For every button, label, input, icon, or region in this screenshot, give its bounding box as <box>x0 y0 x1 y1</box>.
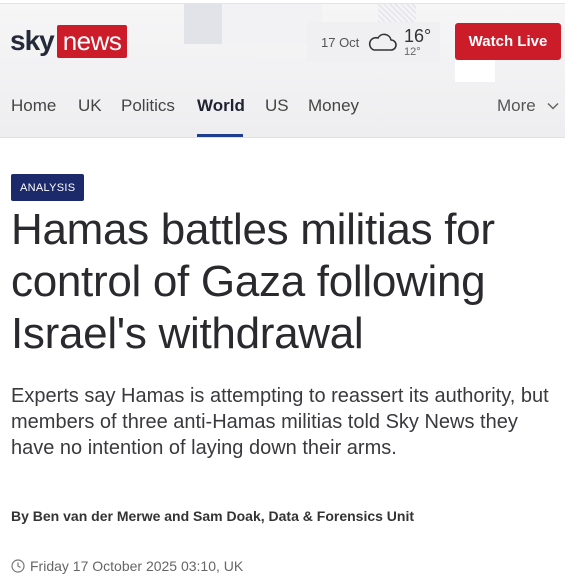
logo-sky-text: sky <box>10 25 55 56</box>
watch-live-button[interactable]: Watch Live <box>455 23 561 60</box>
header-decoration <box>184 4 222 44</box>
chevron-down-icon <box>547 102 559 110</box>
header-decoration <box>378 4 416 22</box>
weather-date: 17 Oct <box>321 35 360 50</box>
cloud-icon <box>368 33 397 51</box>
nav-more-label: More <box>497 96 536 115</box>
nav-item-uk[interactable]: UK <box>78 96 102 137</box>
sky-news-logo[interactable]: sky news <box>10 24 128 58</box>
article-timestamp: Friday 17 October 2025 03:10, UK <box>11 558 243 574</box>
article-byline: By Ben van der Merwe and Sam Doak, Data … <box>11 508 415 524</box>
clock-icon <box>11 559 25 573</box>
article-headline: Hamas battles militias for control of Ga… <box>11 205 495 358</box>
article-standfirst: Experts say Hamas is attempting to reass… <box>11 385 549 459</box>
weather-low-temp: 12° <box>404 46 421 58</box>
nav-item-home[interactable]: Home <box>11 96 56 137</box>
site-header: sky news 17 Oct 16° 12° Watch Live Home … <box>0 0 565 138</box>
timestamp-text: Friday 17 October 2025 03:10, UK <box>30 558 244 574</box>
weather-widget[interactable]: 17 Oct 16° 12° <box>307 22 440 62</box>
weather-high-temp: 16° <box>404 26 432 46</box>
active-nav-indicator <box>197 134 243 137</box>
analysis-label[interactable]: ANALYSIS <box>11 174 85 201</box>
nav-item-world[interactable]: World <box>197 96 245 137</box>
nav-item-us[interactable]: US <box>265 96 289 137</box>
nav-item-money[interactable]: Money <box>308 96 359 137</box>
header-decoration <box>455 60 495 82</box>
main-nav: Home UK Politics World US Money More <box>0 96 565 137</box>
nav-more-button[interactable]: More <box>497 96 560 116</box>
logo-news-text: news <box>56 24 128 58</box>
nav-item-politics[interactable]: Politics <box>121 96 175 137</box>
